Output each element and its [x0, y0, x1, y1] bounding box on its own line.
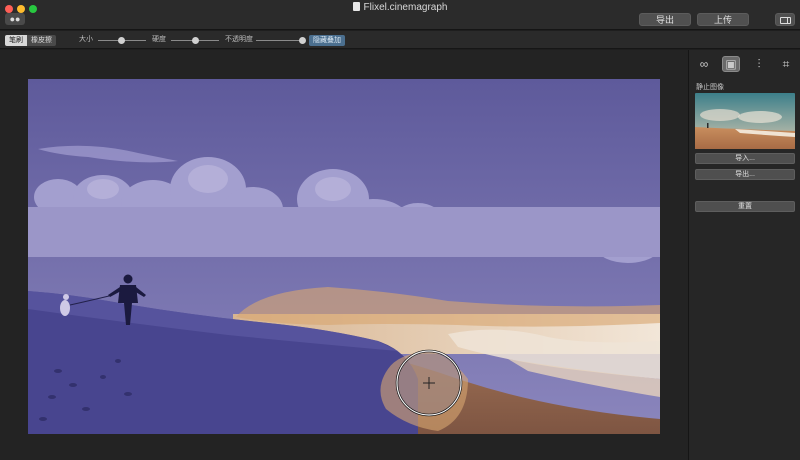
- window-title-wrap: Flixel.cinemagraph: [0, 2, 800, 13]
- eraser-mode-button[interactable]: 橡皮擦: [27, 35, 56, 46]
- canvas-area[interactable]: [0, 50, 688, 460]
- opacity-slider-knob[interactable]: [298, 37, 306, 44]
- opacity-slider[interactable]: [256, 37, 306, 44]
- toggle-inspector-button[interactable]: [775, 13, 795, 26]
- brush-mode-button[interactable]: 笔刷: [5, 35, 27, 46]
- inspector-panel: ∞ ▣ ⫶ ⌗ 静止图像 导入... 导出... 重置: [688, 50, 800, 460]
- photo-scene: [28, 79, 660, 434]
- export-button[interactable]: 导出: [639, 13, 691, 26]
- size-slider[interactable]: [98, 37, 146, 44]
- tab-still-image[interactable]: ▣: [722, 56, 740, 72]
- loop-icon: ∞: [699, 57, 709, 71]
- cinemagraph-photo[interactable]: [28, 79, 660, 434]
- size-slider-knob[interactable]: [117, 37, 125, 44]
- tab-adjustments[interactable]: ⫶: [750, 56, 768, 72]
- brush-mode-segmented-control: 笔刷 橡皮擦: [5, 35, 56, 46]
- tab-crop[interactable]: ⌗: [777, 56, 795, 72]
- export-still-button[interactable]: 导出...: [695, 169, 795, 180]
- hardness-slider-knob[interactable]: [191, 37, 199, 44]
- brush-toolbar: 笔刷 橡皮擦 大小 硬度 不透明度 隐藏叠加: [0, 31, 800, 49]
- window-title: Flixel.cinemagraph: [363, 2, 448, 13]
- size-label: 大小: [79, 36, 93, 43]
- sidebar-toggle-icon: [779, 17, 791, 25]
- tab-loop[interactable]: ∞: [695, 56, 713, 72]
- preview-button[interactable]: ●●: [5, 13, 25, 25]
- opacity-label: 不透明度: [225, 36, 253, 43]
- hide-overlay-button[interactable]: 隐藏叠加: [309, 35, 345, 46]
- reset-button[interactable]: 重置: [695, 201, 795, 212]
- upload-button[interactable]: 上传: [697, 13, 749, 26]
- adjustments-icon: ⫶: [757, 56, 761, 71]
- document-icon: [352, 2, 360, 11]
- crop-icon: ⌗: [782, 56, 790, 71]
- hardness-slider[interactable]: [171, 37, 219, 44]
- hardness-label: 硬度: [152, 36, 166, 43]
- image-icon: ▣: [725, 57, 737, 71]
- still-image-title: 静止图像: [696, 84, 724, 91]
- brush-cursor: [395, 349, 463, 417]
- binoculars-icon: ●●: [9, 14, 21, 24]
- import-still-button[interactable]: 导入...: [695, 153, 795, 164]
- still-image-thumbnail[interactable]: [695, 93, 795, 149]
- thumbnail-image: [695, 93, 795, 149]
- title-bar: Flixel.cinemagraph ●● 导出 上传: [0, 0, 800, 30]
